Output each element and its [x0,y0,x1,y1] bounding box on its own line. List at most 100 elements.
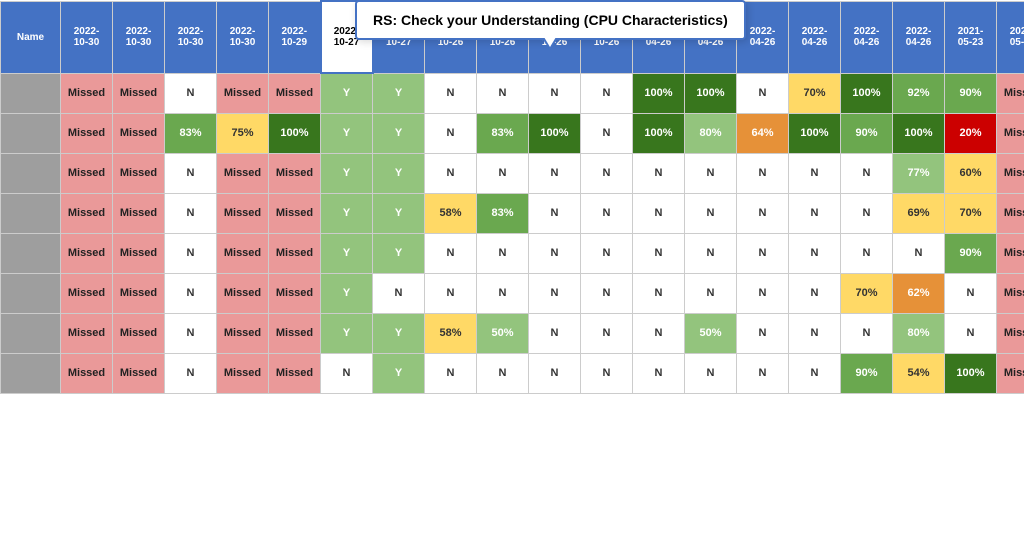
cell: N [529,73,581,113]
cell: Missed [113,113,165,153]
cell: 83% [477,193,529,233]
cell: N [685,193,737,233]
cell: 100% [685,73,737,113]
cell: 100% [529,113,581,153]
cell: N [581,353,633,393]
cell: N [737,153,789,193]
cell: Y [321,273,373,313]
cell: 100% [633,73,685,113]
cell: Missed [217,73,269,113]
cell: N [737,313,789,353]
cell: Missed [113,73,165,113]
cell: N [841,153,893,193]
col-header-10: 2022-10-26 [581,1,633,73]
cell: Missed [61,153,113,193]
table-row: Missed Missed N Missed Missed Y Y N N N … [1,233,1024,273]
col-header-3: 2022-10-30 [217,1,269,73]
cell: 100% [789,113,841,153]
cell: 80% [685,113,737,153]
cell: N [425,113,477,153]
cell: N [789,233,841,273]
name-cell [1,313,61,353]
cell: N [425,73,477,113]
name-cell [1,153,61,193]
data-table: Name 2022-10-30 2022-10-30 2022-10-30 20… [0,0,1024,394]
cell: N [945,313,997,353]
cell: N [477,273,529,313]
table-body: Missed Missed N Missed Missed Y Y N N N … [1,73,1024,393]
cell: Missed [997,73,1024,113]
cell: Missed [61,313,113,353]
cell: Missed [113,353,165,393]
cell: Missed [113,233,165,273]
cell: 90% [841,353,893,393]
name-cell [1,233,61,273]
cell: N [581,233,633,273]
cell: Missed [997,193,1024,233]
cell: N [893,233,945,273]
cell: N [529,233,581,273]
cell: Missed [269,233,321,273]
cell: N [529,153,581,193]
cell: N [737,73,789,113]
col-header-7: 2022-10-26 [425,1,477,73]
cell: N [633,313,685,353]
cell: Missed [269,73,321,113]
cell: Missed [997,153,1024,193]
cell: 62% [893,273,945,313]
cell: 100% [269,113,321,153]
cell: N [789,153,841,193]
cell: Missed [113,153,165,193]
table-row: Missed Missed N Missed Missed Y N N N N … [1,273,1024,313]
cell: 20% [945,113,997,153]
cell: Missed [997,233,1024,273]
cell: N [789,353,841,393]
cell: N [165,153,217,193]
cell: N [685,233,737,273]
main-table-wrapper[interactable]: RS: Check your Understanding (CPU Charac… [0,0,1024,555]
cell: N [165,233,217,273]
col-header-2: 2022-10-30 [165,1,217,73]
cell: N [425,273,477,313]
cell: N [581,273,633,313]
table-row: Missed Missed N Missed Missed Y Y 58% 83… [1,193,1024,233]
cell: 58% [425,313,477,353]
cell: 60% [945,153,997,193]
cell: N [477,233,529,273]
cell: Missed [217,153,269,193]
cell: N [425,153,477,193]
name-cell [1,113,61,153]
cell: Y [373,313,425,353]
cell: N [165,73,217,113]
cell: N [841,233,893,273]
cell: Missed [217,273,269,313]
col-header-14: 2022-04-26 [789,1,841,73]
name-cell [1,353,61,393]
table-row: Missed Missed N Missed Missed Y Y N N N … [1,153,1024,193]
cell: N [477,73,529,113]
cell: 100% [945,353,997,393]
col-header-15: 2022-04-26 [841,1,893,73]
cell: N [633,153,685,193]
cell: N [581,113,633,153]
cell: N [685,153,737,193]
name-cell [1,273,61,313]
col-header-12: 2022-04-26 [685,1,737,73]
cell: 80% [893,313,945,353]
cell: N [685,353,737,393]
cell: N [425,353,477,393]
cell: N [165,273,217,313]
cell: 64% [737,113,789,153]
col-header-6: 2022-10-27 [373,1,425,73]
col-header-11: 2022-04-26 [633,1,685,73]
col-header-17: 2021-05-23 [945,1,997,73]
cell: 83% [165,113,217,153]
name-cell [1,193,61,233]
cell: N [633,193,685,233]
cell: Missed [217,313,269,353]
cell: Missed [269,313,321,353]
cell: N [633,233,685,273]
cell: Missed [997,313,1024,353]
cell: Y [321,73,373,113]
cell: Y [321,153,373,193]
